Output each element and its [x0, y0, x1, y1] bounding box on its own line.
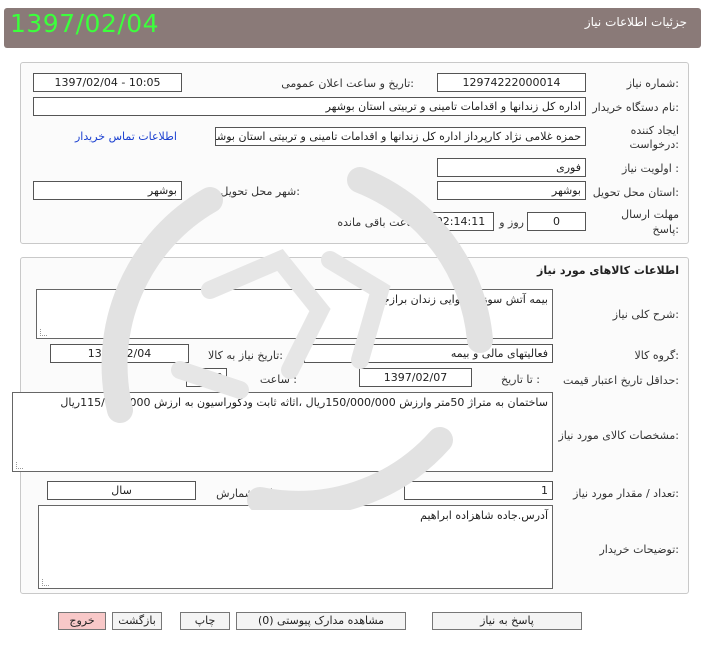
need-date-field: 1397/02/04 — [50, 344, 189, 363]
print-button[interactable]: چاپ — [180, 612, 230, 630]
resize-grip[interactable] — [16, 462, 23, 469]
days-label: روز و — [499, 216, 524, 229]
province-label: استان محل تحویل: — [592, 186, 679, 199]
exit-button[interactable]: خروج — [58, 612, 106, 630]
province-field: بوشهر — [437, 181, 586, 200]
specs-textarea: ساختمان به متراژ 50متر وارزش 150/000/000… — [12, 392, 553, 472]
creator-label-1: ایجاد کننده — [630, 124, 679, 137]
to-date-field: 1397/02/07 — [359, 368, 472, 387]
qty-value: 1 — [541, 484, 548, 497]
header-date: 1397/02/04 — [10, 9, 160, 38]
goods-section-title: اطلاعات کالاهای مورد نیاز — [537, 264, 679, 277]
remaining-label: ساعت باقی مانده — [337, 216, 419, 229]
unit-label: واحد شمارش: — [216, 487, 282, 500]
buyer-notes-label: توضیحات خریدار: — [599, 543, 680, 556]
desc-textarea: بیمه آتش سوزی نانوایی زندان برازجان — [36, 289, 553, 339]
creator-field: حمزه غلامی نژاد کارپرداز اداره کل زندانه… — [215, 127, 586, 146]
city-field: بوشهر — [33, 181, 182, 200]
buyer-org-field: اداره کل زندانها و اقدامات تامینی و تربی… — [33, 97, 586, 116]
hour-label: ساعت : — [259, 373, 297, 386]
priority-field: فوری — [437, 158, 586, 177]
group-field: فعالیتهای مالی و بیمه — [304, 344, 553, 363]
deadline-label-2: پاسخ: — [652, 223, 679, 236]
validity-label: حداقل تاریخ اعتبار قیمت: — [563, 374, 679, 387]
back-button[interactable]: بازگشت — [112, 612, 162, 630]
hour-field: 12:00 — [186, 368, 227, 387]
unit-field: سال — [47, 481, 196, 500]
deadline-label-1: مهلت ارسال — [621, 208, 679, 221]
need-number-label: شماره نیاز: — [626, 77, 679, 90]
buyer-org-label: نام دستگاه خریدار: — [592, 101, 679, 114]
need-number-field: 12974222000014 — [437, 73, 586, 92]
city-label: شهر محل تحویل: — [220, 185, 300, 198]
buyer-notes-textarea: آدرس.جاده شاهزاده ابراهیم — [38, 505, 553, 589]
creator-label-2: درخواست: — [629, 138, 680, 151]
qty-field: 1 — [404, 481, 553, 500]
priority-label: اولویت نیاز : — [621, 162, 679, 175]
resize-grip[interactable] — [40, 329, 47, 336]
announce-field: 1397/02/04 - 10:05 — [33, 73, 182, 92]
announce-label: تاریخ و ساعت اعلان عمومی: — [281, 77, 414, 90]
buyer-notes-text: آدرس.جاده شاهزاده ابراهیم — [420, 509, 548, 522]
resize-grip[interactable] — [42, 579, 49, 586]
to-date-label: تا تاریخ : — [501, 373, 540, 386]
need-date-label: تاریخ نیاز به کالا: — [208, 349, 283, 362]
specs-text: ساختمان به متراژ 50متر وارزش 150/000/000… — [60, 396, 548, 409]
group-label: گروه کالا: — [634, 349, 679, 362]
specs-label: مشخصات کالای مورد نیاز: — [558, 429, 679, 442]
desc-text: بیمه آتش سوزی نانوایی زندان برازجان — [371, 293, 548, 306]
attachments-button[interactable]: مشاهده مدارک پیوستی (0) — [236, 612, 406, 630]
buyer-contact-link[interactable]: اطلاعات تماس خریدار — [75, 130, 177, 143]
qty-label: تعداد / مقدار مورد نیاز: — [573, 487, 679, 500]
days-field: 0 — [527, 212, 586, 231]
remaining-time-field: 02:14:11 — [427, 212, 494, 231]
page-title: جزئیات اطلاعات نیاز — [584, 15, 687, 29]
desc-label: شرح کلی نیاز: — [612, 308, 679, 321]
reply-button[interactable]: پاسخ به نیاز — [432, 612, 582, 630]
